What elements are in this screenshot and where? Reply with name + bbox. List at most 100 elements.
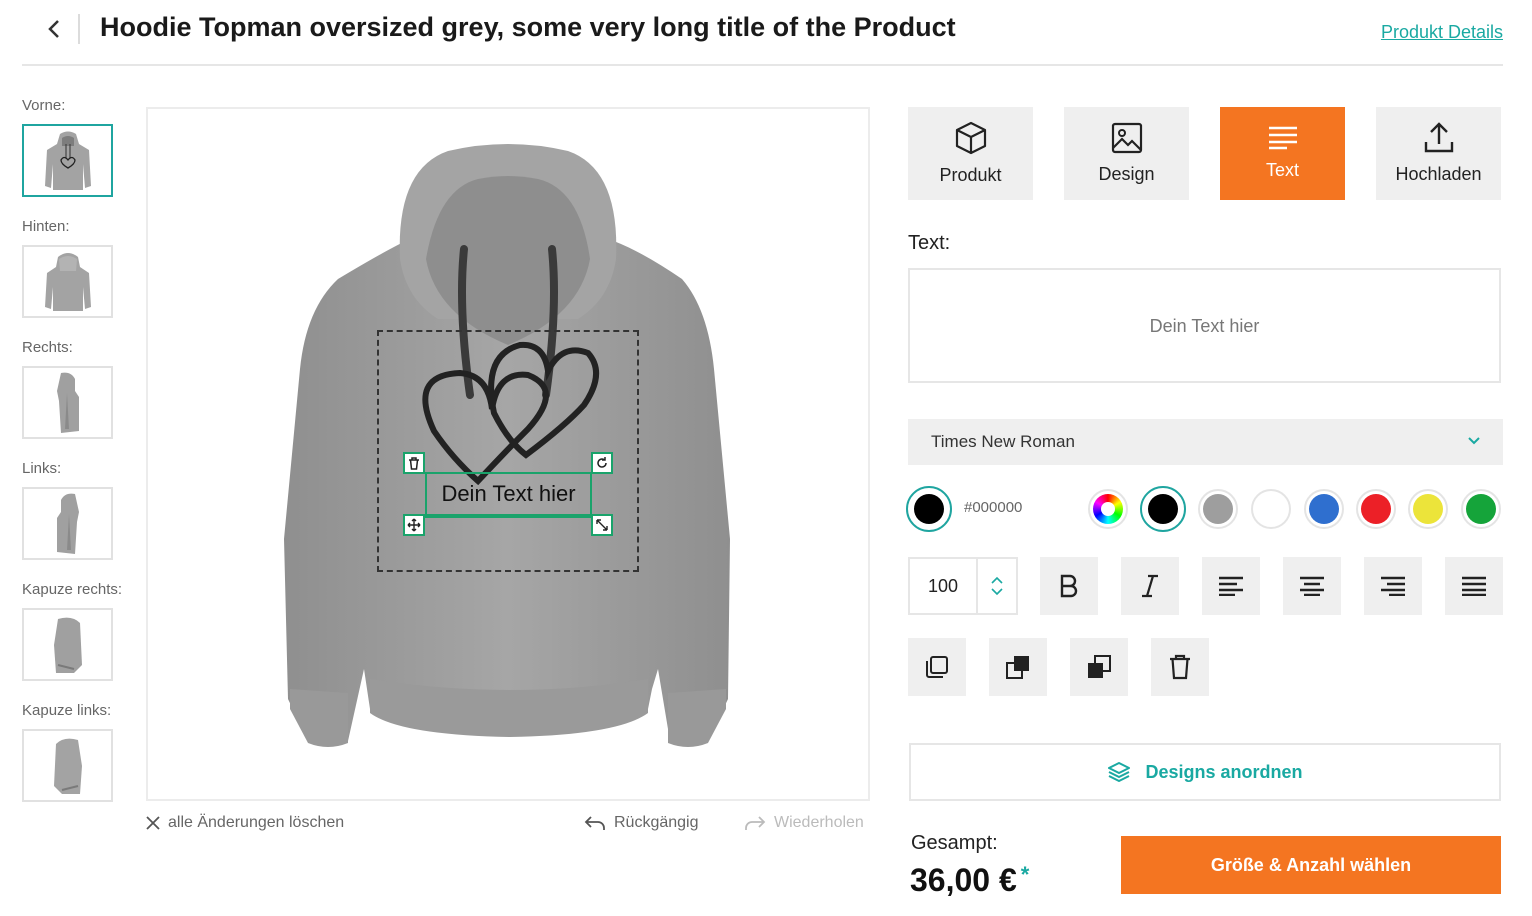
color-swatch-red[interactable] [1356,489,1396,529]
view-thumb-hood-right[interactable] [22,608,113,681]
align-right-icon [1381,576,1405,596]
text-input[interactable] [908,268,1501,383]
resize-icon [596,519,608,531]
align-center-icon [1300,576,1324,596]
cube-icon [955,121,986,155]
color-swatch-yellow[interactable] [1408,489,1448,529]
tab-hochladen-label: Hochladen [1395,164,1482,184]
view-thumb-front[interactable] [22,124,113,197]
view-label: Vorne: [22,97,66,114]
canvas-text-element[interactable]: Dein Text hier [425,472,592,516]
align-justify-button[interactable] [1445,557,1503,615]
decrease-button[interactable] [991,588,1003,596]
delete-button[interactable] [1151,638,1209,696]
arrange-designs-label: Designs anordnen [1145,761,1303,782]
view-thumb-left[interactable] [22,487,113,560]
align-justify-icon [1462,576,1486,596]
hoodie-left-thumbnail [56,493,79,554]
image-icon [1111,122,1142,154]
bring-forward-icon [1006,656,1029,679]
close-icon [146,816,160,830]
price-value: 36,00 € [910,862,1017,898]
upload-icon [1424,122,1453,153]
view-label: Kapuze rechts: [22,581,123,598]
chevron-down-icon [991,588,1003,596]
layers-icon [1108,762,1131,782]
rotate-handle[interactable] [591,452,613,474]
tab-hochladen[interactable]: Hochladen [1376,107,1501,200]
move-icon [407,518,421,532]
align-left-button[interactable] [1202,557,1260,615]
view-thumb-back[interactable] [22,245,113,318]
bold-icon [1060,574,1078,598]
current-color-swatch[interactable] [906,486,952,532]
product-details-link[interactable]: Produkt Details [1381,22,1503,43]
stepper-controls [978,559,1016,613]
color-picker-row: #000000 [906,486,1506,534]
undo-button[interactable]: Rückgängig [584,814,699,832]
text-field-label: Text: [908,232,951,254]
color-swatch-white[interactable] [1251,489,1291,529]
undo-icon [584,816,605,830]
view-label: Hinten: [22,218,70,235]
text-box-baseline [412,516,603,518]
duplicate-button[interactable] [908,638,966,696]
align-left-icon [1219,576,1243,596]
redo-icon [745,816,766,830]
view-label: Rechts: [22,339,73,356]
rotate-icon [597,457,607,468]
total-label: Gesampt: [911,832,998,854]
editor-tabs: Produkt Design Text Hochladen [908,107,1502,200]
hood-right-thumbnail [53,617,82,673]
tab-design-label: Design [1098,164,1155,184]
align-right-button[interactable] [1364,557,1422,615]
italic-button[interactable] [1121,557,1179,615]
send-backward-icon [1088,655,1111,678]
choose-size-quantity-button[interactable]: Größe & Anzahl wählen [1121,836,1501,894]
page-title: Hoodie Topman oversized grey, some very … [100,12,956,42]
tab-design[interactable]: Design [1064,107,1189,200]
arrange-designs-button[interactable]: Designs anordnen [909,743,1501,801]
font-select[interactable]: Times New Roman [908,419,1503,465]
view-thumb-hood-left[interactable] [22,729,113,802]
design-canvas[interactable]: Dein Text hier [146,107,870,801]
view-thumbnails: Vorne: Hinten: Rechts: Links: Kapuze rec… [22,96,132,822]
clear-all-button[interactable]: alle Änderungen löschen [146,814,344,832]
resize-handle[interactable] [591,514,613,536]
price-asterisk: * [1020,862,1030,887]
color-swatch-blue[interactable] [1304,489,1344,529]
canvas-text-content: Dein Text hier [441,481,576,506]
chevron-left-icon [48,20,59,38]
hood-left-thumbnail [53,738,82,794]
color-swatch-grey[interactable] [1198,489,1238,529]
color-swatch-green[interactable] [1461,489,1501,529]
color-hex-value: #000000 [964,499,1023,516]
chevron-down-icon [1468,437,1480,445]
send-backward-button[interactable] [1070,638,1128,696]
delete-handle[interactable] [403,452,425,474]
hoodie-front-thumbnail [44,131,91,190]
color-swatch-rainbow[interactable] [1088,489,1128,529]
trash-icon [1170,654,1190,680]
tab-produkt-label: Produkt [939,165,1002,185]
text-lines-icon [1268,126,1297,150]
align-center-button[interactable] [1283,557,1341,615]
tab-produkt[interactable]: Produkt [908,107,1033,200]
increase-button[interactable] [991,576,1003,584]
canvas-actions: alle Änderungen löschen Rückgängig Wiede… [146,814,872,842]
redo-label: Wiederholen [774,814,864,831]
redo-button[interactable]: Wiederholen [744,814,864,832]
clear-all-label: alle Änderungen löschen [168,814,345,831]
bold-button[interactable] [1040,557,1098,615]
color-swatch-black[interactable] [1140,486,1186,532]
tab-text-label: Text [1265,160,1299,180]
font-size-value[interactable]: 100 [910,559,978,613]
move-handle[interactable] [403,514,425,536]
view-thumb-right[interactable] [22,366,113,439]
font-size-stepper[interactable]: 100 [908,557,1018,615]
bring-forward-button[interactable] [989,638,1047,696]
italic-icon [1142,574,1158,598]
tab-text[interactable]: Text [1220,107,1345,200]
duplicate-icon [926,656,948,678]
back-button[interactable] [40,14,68,44]
